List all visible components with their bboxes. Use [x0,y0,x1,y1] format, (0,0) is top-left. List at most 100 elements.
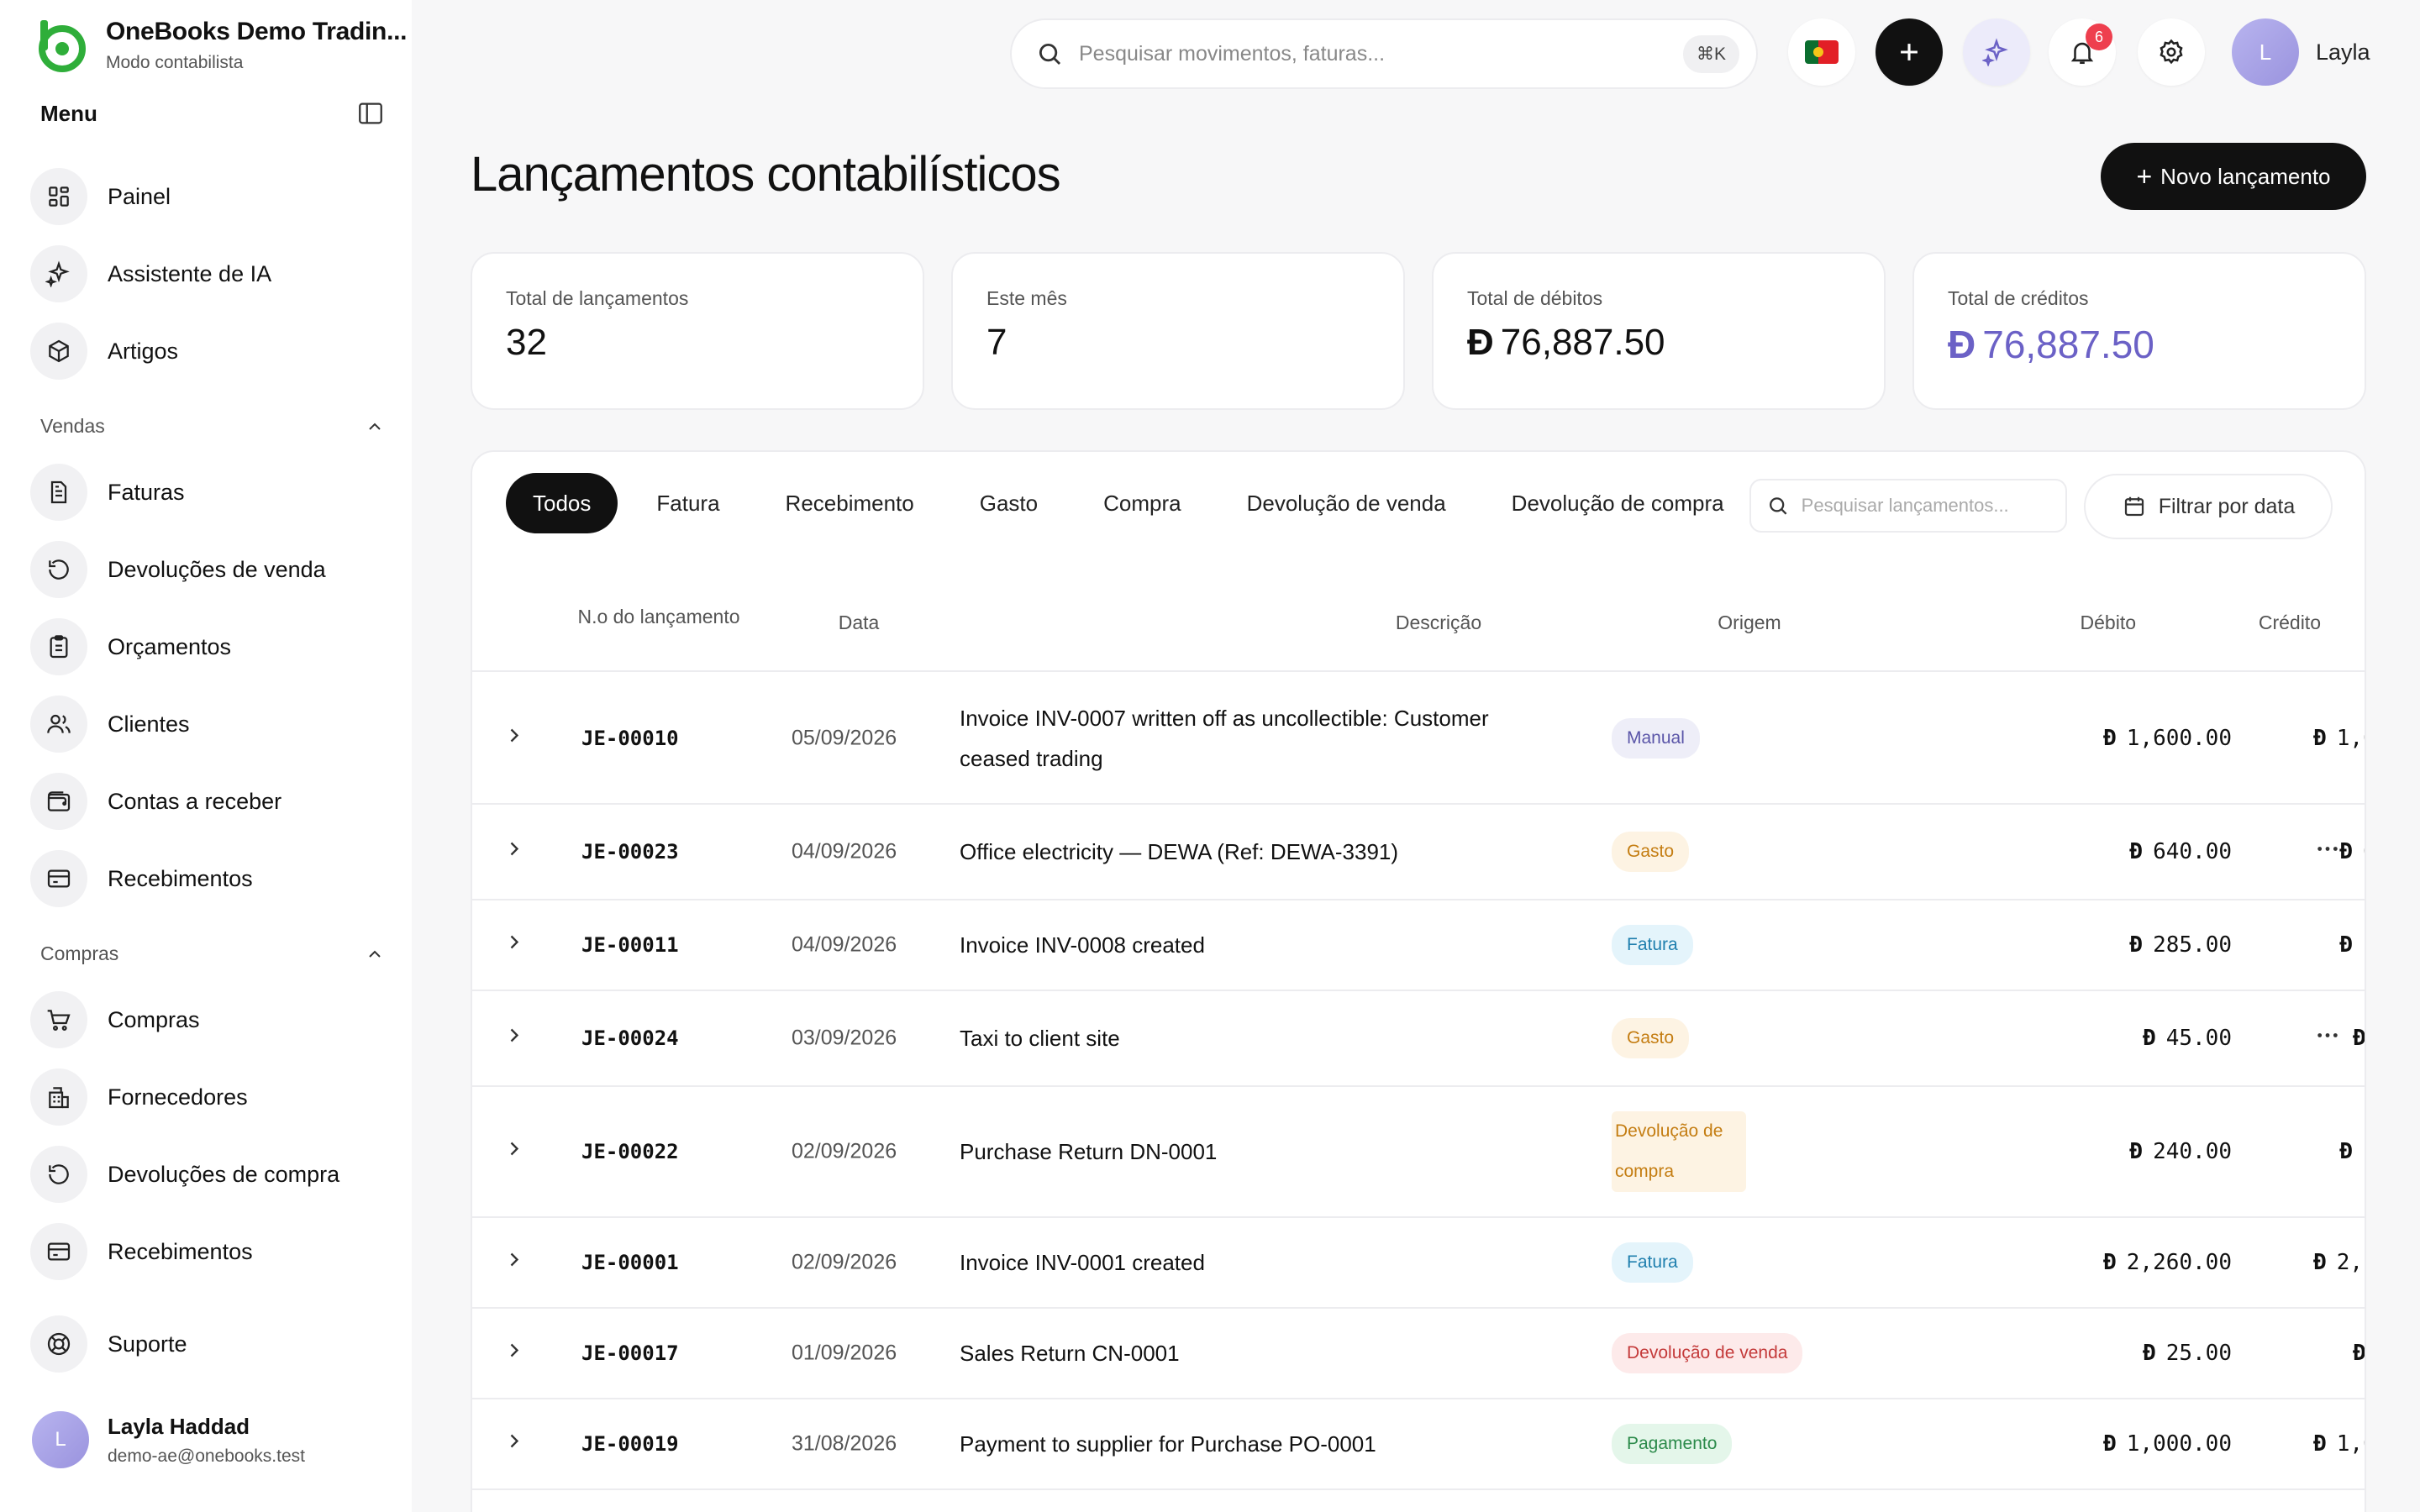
sidebar-user-card[interactable]: L Layla Haddad demo-ae@onebooks.test [32,1411,305,1468]
column-header-debit[interactable]: Débito [1968,612,2136,634]
global-search[interactable]: ⌘K [1010,18,1758,89]
table-row[interactable]: JE-00017 01/09/2026 Sales Return CN-0001… [472,1309,2365,1399]
stat-value: 7 [986,322,1370,364]
table-row[interactable]: JE-00022 02/09/2026 Purchase Return DN-0… [472,1087,2365,1218]
sidebar-item-purchase-receipts[interactable]: Recebimentos [30,1220,383,1284]
ai-assistant-button[interactable] [1963,18,2030,86]
tab-todos[interactable]: Todos [506,473,618,533]
tab-compra[interactable]: Compra [1076,473,1207,533]
entry-number[interactable]: JE-00019 [581,1432,679,1456]
column-header-number[interactable]: N.o do lançamento [566,603,751,630]
new-entry-button[interactable]: + Novo lançamento [2101,143,2366,210]
expand-row-button[interactable] [502,1137,526,1167]
dirham-icon: Đ [2339,839,2354,864]
sidebar-item-suppliers[interactable]: Fornecedores [30,1065,383,1129]
sparkles-icon [45,260,70,287]
sidebar-item-purchase-returns[interactable]: Devoluções de compra [30,1142,383,1206]
tab-gasto[interactable]: Gasto [953,473,1065,533]
row-actions-button[interactable] [2314,836,2341,869]
sidebar-item-purchases[interactable]: Compras [30,988,383,1052]
tab-fatura[interactable]: Fatura [629,473,746,533]
entry-date: 01/09/2026 [792,1341,897,1365]
cart-icon [47,1010,71,1032]
credit-amount: Đ 285.00 [2240,932,2365,958]
sidebar-item-faturas[interactable]: Faturas [30,460,383,524]
settings-button[interactable] [2138,18,2205,86]
expand-row-button[interactable] [502,1024,526,1053]
notifications-button[interactable]: 6 [2049,18,2116,86]
plus-icon: + [2136,160,2153,192]
tab-recebimento[interactable]: Recebimento [759,473,941,533]
origin-badge: Fatura [1612,925,1693,965]
top-user-menu[interactable]: L Layla [2232,18,2370,86]
more-horizontal-icon [2317,1033,2338,1037]
column-header-credit[interactable]: Crédito [2175,612,2343,634]
origin-badge: Devolução de venda [1612,1333,1803,1373]
sidebar-item-customers[interactable]: Clientes [30,692,383,756]
sidebar-item-sales-returns[interactable]: Devoluções de venda [30,538,383,601]
expand-row-button[interactable] [502,837,526,867]
debit-amount: Đ 45.00 [2030,1026,2232,1051]
sidebar-item-artigos[interactable]: Artigos [30,319,383,383]
credit-amount: Đ 240.00 [2240,1139,2365,1164]
table-row[interactable]: JE-00001 02/09/2026 Invoice INV-0001 cre… [472,1218,2365,1309]
language-button[interactable] [1788,18,1855,86]
table-row[interactable]: JE-00024 03/09/2026 Taxi to client site … [472,991,2365,1087]
table-search[interactable] [1749,479,2067,533]
date-filter-label: Filtrar por data [2158,494,2296,518]
sidebar-item-label: Devoluções de compra [108,1161,340,1187]
row-actions-button[interactable] [2314,1022,2341,1055]
section-sales-header[interactable]: Vendas [40,415,385,438]
expand-row-button[interactable] [502,1248,526,1278]
portugal-flag-icon [1805,40,1839,64]
column-header-origin[interactable]: Origem [1649,612,1850,634]
entry-number[interactable]: JE-00001 [581,1251,679,1274]
debit-amount: Đ 25.00 [2030,1341,2232,1366]
expand-row-button[interactable] [502,1339,526,1368]
entry-number[interactable]: JE-00022 [581,1140,679,1163]
entry-date: 31/08/2026 [792,1431,897,1456]
column-header-description[interactable]: Descrição [1313,612,1565,634]
table-search-input[interactable] [1801,495,2050,517]
dirham-icon: Đ [2143,1026,2156,1051]
sidebar-item-painel[interactable]: Painel [30,165,383,228]
entry-number[interactable]: JE-00010 [581,727,679,750]
sidebar-item-receivables[interactable]: Contas a receber [30,769,383,833]
entry-number[interactable]: JE-00017 [581,1341,679,1365]
sparkles-icon [1982,38,2008,66]
table-row[interactable]: JE-00010 05/09/2026 Invoice INV-0007 wri… [472,674,2365,805]
date-filter-button[interactable]: Filtrar por data [2084,474,2333,539]
stat-value: Đ 76,887.50 [1467,322,1850,364]
entry-number[interactable]: JE-00024 [581,1026,679,1050]
users-icon [47,714,71,733]
column-header-date[interactable]: Data [792,612,926,634]
sidebar-item-support[interactable]: Suporte [30,1312,383,1376]
expand-row-button[interactable] [502,724,526,753]
tab-devolucao-venda[interactable]: Devolução de venda [1220,473,1473,533]
table-row[interactable]: JE-00019 31/08/2026 Payment to supplier … [472,1399,2365,1490]
table-row[interactable]: JE-00023 04/09/2026 Office electricity —… [472,805,2365,900]
tab-devolucao-compra[interactable]: Devolução de compra [1485,473,1751,533]
sidebar-collapse-icon[interactable] [356,99,385,128]
sidebar-item-ai-assistant[interactable]: Assistente de IA [30,242,383,306]
quick-add-button[interactable] [1876,18,1943,86]
document-icon [50,480,67,504]
sidebar-item-receipts[interactable]: Recebimentos [30,847,383,911]
brand[interactable]: OneBooks Demo Tradin... Modo contabilist… [32,17,407,74]
expand-row-button[interactable] [502,931,526,960]
stat-number: 32 [506,322,547,363]
stat-label: Total de débitos [1467,287,1603,309]
expand-row-button[interactable] [502,1430,526,1459]
table-row[interactable]: JE-00011 04/09/2026 Invoice INV-0008 cre… [472,900,2365,991]
origin-cell: Gasto [1612,1018,1690,1058]
sidebar-item-quotes[interactable]: Orçamentos [30,615,383,679]
plus-icon [1901,44,1918,60]
table-row[interactable]: JE-00025 30/08/2026 Etisalat business li… [472,1490,2365,1512]
entry-number[interactable]: JE-00023 [581,840,679,864]
stat-number: 76,887.50 [1982,323,2154,366]
global-search-input[interactable] [1079,41,1683,66]
entry-number[interactable]: JE-00011 [581,933,679,957]
chevron-right-icon [510,935,519,949]
section-purchases-header[interactable]: Compras [40,942,385,965]
new-entry-label: Novo lançamento [2160,163,2331,189]
